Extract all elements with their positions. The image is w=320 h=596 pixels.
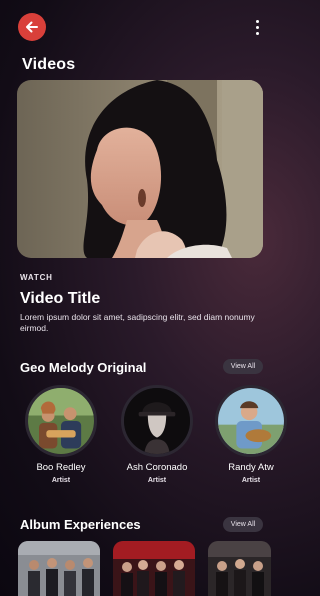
album-image — [208, 541, 271, 596]
artist-card[interactable]: Randy Atw Artist — [208, 385, 294, 484]
featured-eyebrow: WATCH — [20, 273, 53, 282]
more-vertical-icon — [255, 19, 259, 23]
back-button[interactable] — [18, 13, 46, 41]
artist-name: Ash Coronado — [126, 462, 188, 473]
featured-video-image — [17, 80, 263, 258]
avatar — [121, 385, 193, 457]
album-image — [18, 541, 100, 596]
featured-video-title[interactable]: Video Title — [20, 290, 100, 308]
album-card[interactable] — [113, 541, 195, 596]
artist-role: Artist — [241, 477, 261, 484]
page-title: Videos — [22, 56, 76, 73]
album-image — [113, 541, 195, 596]
top-bar — [0, 0, 271, 52]
avatar — [25, 385, 97, 457]
artist-card[interactable]: Boo Redley Artist — [18, 385, 104, 484]
albums-section-title: Album Experiences — [20, 517, 141, 532]
featured-video-description: Lorem ipsum dolor sit amet, sadipscing e… — [20, 312, 255, 333]
more-menu-button[interactable] — [249, 16, 265, 38]
featured-video-thumbnail[interactable] — [17, 80, 263, 258]
back-arrow-icon — [26, 21, 38, 33]
album-card[interactable] — [18, 541, 100, 596]
artist-role: Artist — [147, 477, 167, 484]
album-card[interactable] — [208, 541, 271, 596]
artists-view-all-button[interactable]: View All — [223, 359, 263, 374]
avatar — [215, 385, 287, 457]
artist-card[interactable]: Ash Coronado Artist — [114, 385, 200, 484]
artists-section-title: Geo Melody Original — [20, 360, 147, 375]
artist-role: Artist — [51, 477, 71, 484]
albums-view-all-button[interactable]: View All — [223, 517, 263, 532]
artist-name: Boo Redley — [36, 462, 86, 473]
artist-name: Randy Atw — [228, 462, 274, 473]
